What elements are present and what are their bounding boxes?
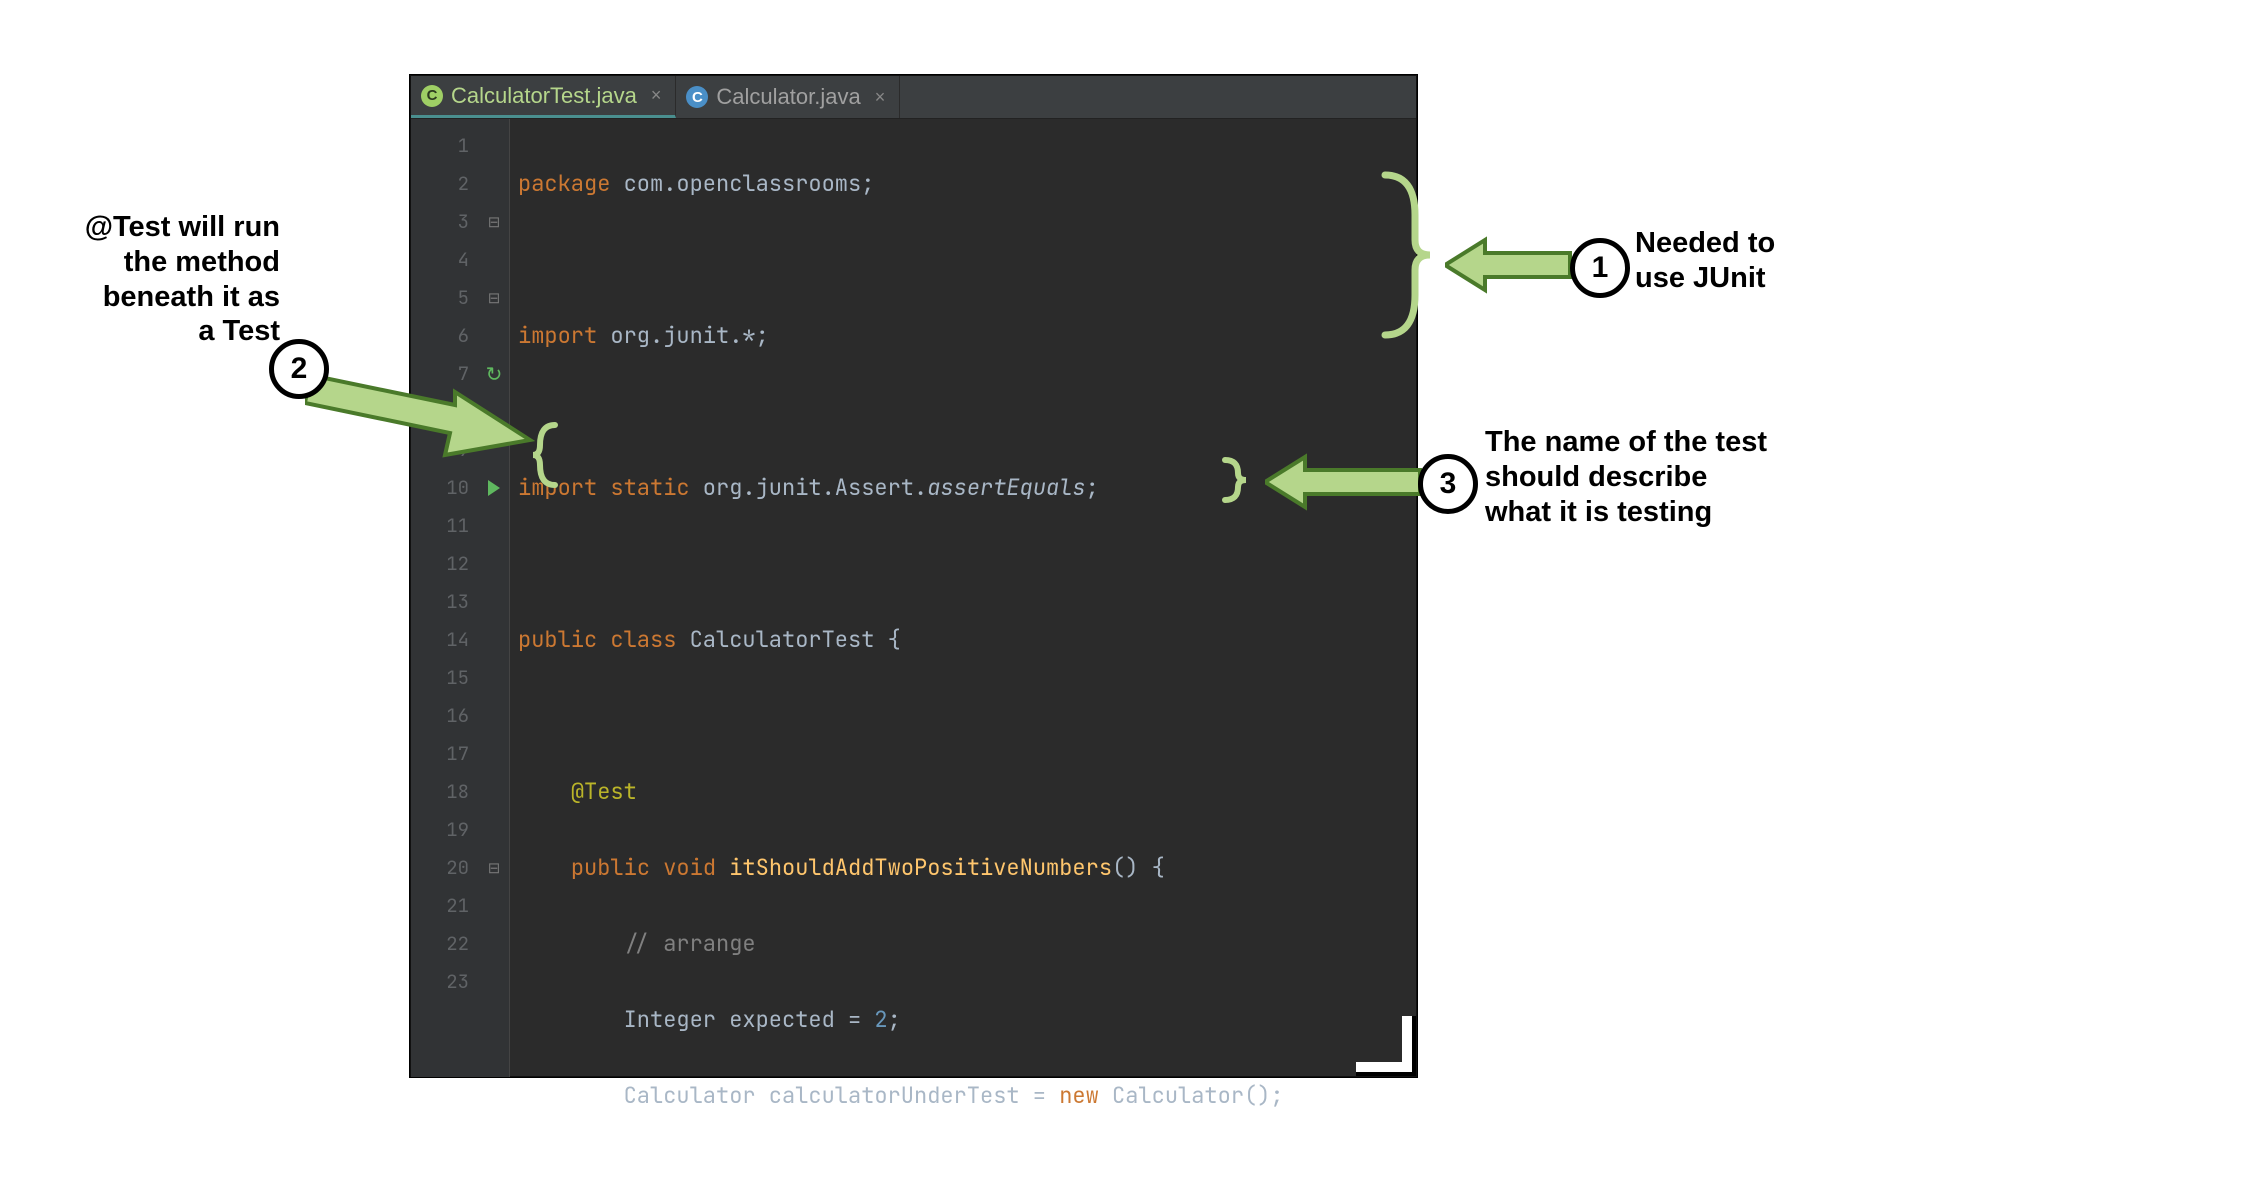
keyword: class [597,625,676,654]
diagram-stage: C CalculatorTest.java × C Calculator.jav… [0,0,2256,1200]
line-number: 19 [411,811,469,849]
arrow-left-icon [1445,235,1575,295]
line-number: 6 [411,317,469,355]
close-icon[interactable]: × [651,85,662,106]
run-test-icon[interactable] [488,480,500,496]
callout-number: 3 [1440,467,1457,501]
keyword: public [518,625,597,654]
keyword: new [1059,1081,1099,1110]
line-number: 21 [411,887,469,925]
line-number: 2 [411,165,469,203]
line-number: 14 [411,621,469,659]
keyword: static [597,473,689,502]
brace-icon [1220,455,1250,505]
line-number: 23 [411,963,469,1001]
callout-text-3: The name of the test should describe wha… [1485,425,1767,529]
line-number: 16 [411,697,469,735]
editor-body: 1 2 3 4 5 6 7 9 10 11 12 13 14 15 16 17 … [411,119,1416,1077]
code-text: Calculator calculatorUnderTest = [624,1081,1060,1110]
keyword: public [571,853,650,882]
java-class-icon: C [421,85,443,107]
line-number: 5 [411,279,469,317]
number-literal: 2 [874,1005,887,1034]
line-number: 13 [411,583,469,621]
callout-text-1: Needed to use JUnit [1635,226,1775,296]
ide-editor-window: C CalculatorTest.java × C Calculator.jav… [410,75,1417,1077]
code-area[interactable]: package com.openclassrooms; import org.j… [510,119,1327,1077]
line-number: 12 [411,545,469,583]
keyword: import [518,321,597,350]
line-number: 20 [411,849,469,887]
line-number: 17 [411,735,469,773]
line-number: 1 [411,127,469,165]
resize-handle-icon[interactable] [1356,1016,1412,1072]
annotation: @Test [571,777,637,806]
line-number: 22 [411,925,469,963]
close-icon[interactable]: × [875,87,886,108]
line-number: 18 [411,773,469,811]
callout-badge-1: 1 [1570,238,1630,298]
comment: // arrange [624,929,756,958]
editor-tab-bar: C CalculatorTest.java × C Calculator.jav… [411,76,1416,119]
import-path: org.junit.Assert. [690,473,928,502]
tab-label: Calculator.java [716,84,860,110]
arrow-right-down-icon [305,355,535,475]
fold-icon[interactable]: ⊟ [488,279,501,317]
brace-icon [1375,170,1435,340]
tab-calculator-test[interactable]: C CalculatorTest.java × [411,76,676,118]
semicolon: ; [888,1005,901,1034]
line-number: 3 [411,203,469,241]
java-class-icon: C [686,86,708,108]
arrow-left-icon [1265,452,1425,512]
keyword: package [518,169,610,198]
callout-number: 2 [291,352,308,386]
static-method: assertEquals [927,473,1085,502]
package-name: com.openclassrooms; [610,169,874,198]
brace: { [888,625,901,654]
import-path: org.junit.*; [597,321,769,350]
code-text: Integer expected = [624,1005,875,1034]
fold-icon[interactable]: ⊟ [488,849,501,887]
params-brace: () { [1112,853,1165,882]
icons-gutter: ⊟ ⊟ ↻ ⊟ [479,119,510,1077]
tab-calculator[interactable]: C Calculator.java × [676,76,900,118]
fold-icon[interactable]: ⊟ [488,203,501,241]
tab-label: CalculatorTest.java [451,83,637,109]
callout-badge-3: 3 [1418,454,1478,514]
line-number-gutter: 1 2 3 4 5 6 7 9 10 11 12 13 14 15 16 17 … [411,119,479,1077]
line-number: 11 [411,507,469,545]
callout-number: 1 [1592,251,1609,285]
callout-text-2: @Test will run the method beneath it as … [55,210,280,349]
class-name: CalculatorTest [676,625,887,654]
semicolon: ; [1086,473,1099,502]
line-number: 4 [411,241,469,279]
line-number: 15 [411,659,469,697]
method-name: itShouldAddTwoPositiveNumbers [716,853,1112,882]
keyword: void [650,853,716,882]
code-text: Calculator(); [1099,1081,1284,1110]
